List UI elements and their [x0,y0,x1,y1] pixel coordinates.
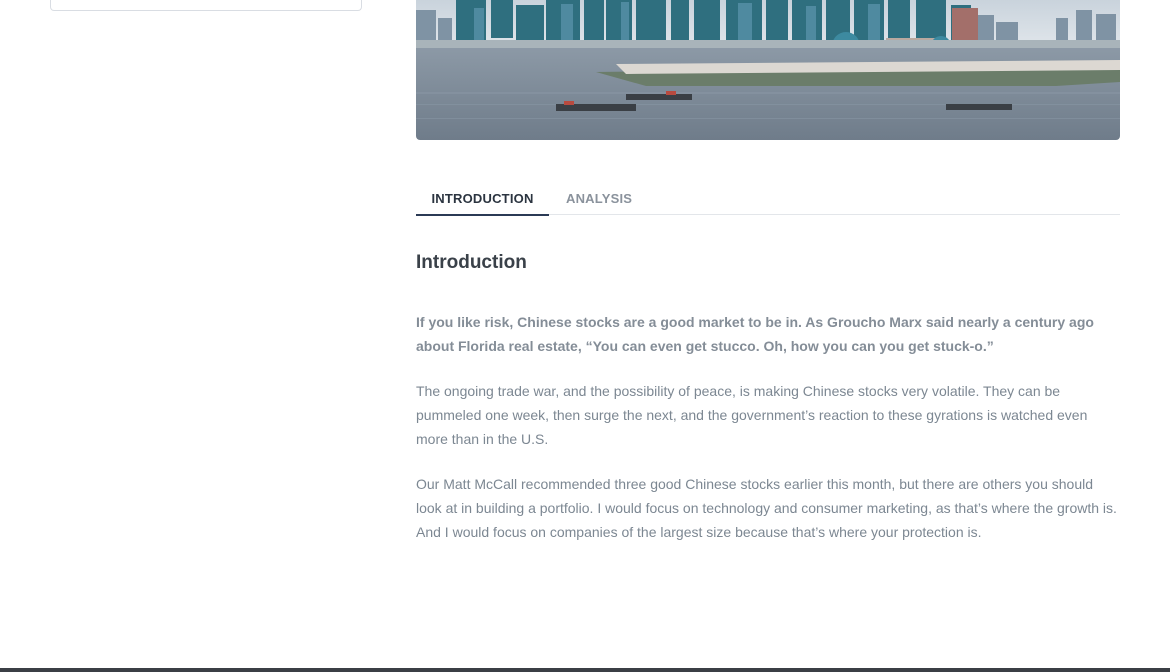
tab-introduction[interactable]: INTRODUCTION [416,184,549,216]
hero-image [416,0,1120,140]
body-paragraph: Our Matt McCall recommended three good C… [416,476,1117,540]
footer-bar [0,668,1170,672]
page: INTRODUCTION ANALYSIS Introduction If yo… [0,0,1170,672]
lead-paragraph: If you like risk, Chinese stocks are a g… [416,314,1094,354]
city-skyline-image [416,0,1120,140]
tab-analysis[interactable]: ANALYSIS [566,184,632,214]
body-paragraph: The ongoing trade war, and the possibili… [416,383,1088,447]
sidebar-card [50,0,362,11]
section-heading: Introduction [416,252,527,273]
tab-bar: INTRODUCTION ANALYSIS [416,184,1120,216]
